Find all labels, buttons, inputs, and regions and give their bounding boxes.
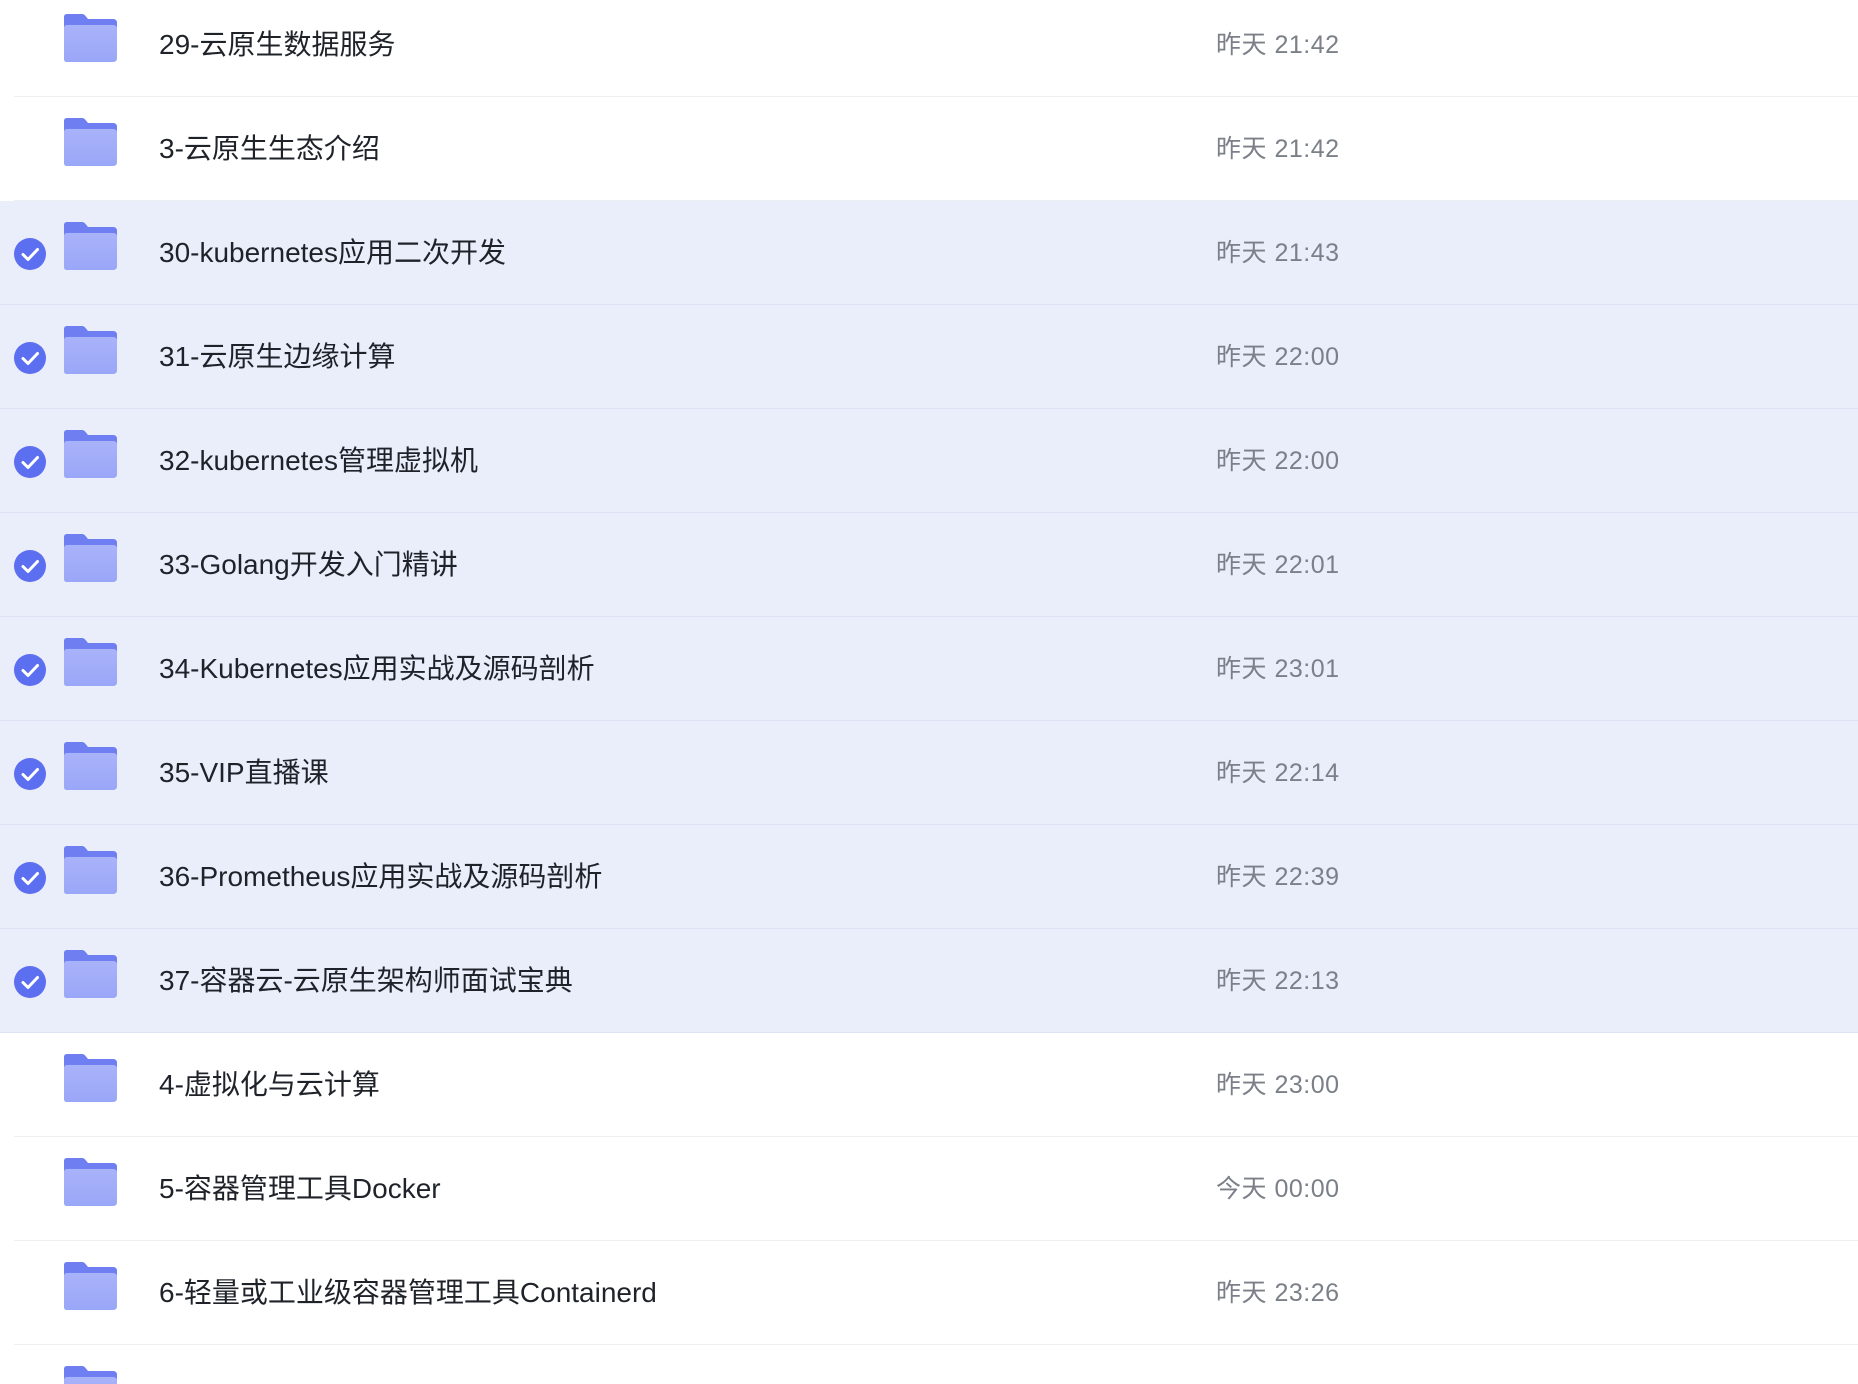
check-circle-icon[interactable]: [13, 757, 47, 791]
file-row[interactable]: [0, 1345, 1858, 1384]
modified-time: 昨天 22:00: [1216, 447, 1340, 475]
file-row[interactable]: 33-Golang开发入门精讲 昨天 22:01: [0, 513, 1858, 617]
file-name[interactable]: 33-Golang开发入门精讲: [159, 513, 458, 617]
folder-icon: [61, 1157, 119, 1207]
modified-time: 昨天 22:13: [1216, 967, 1340, 995]
file-row[interactable]: 37-容器云-云原生架构师面试宝典 昨天 22:13: [0, 929, 1858, 1033]
file-name[interactable]: 29-云原生数据服务: [159, 0, 395, 97]
modified-time: 昨天 22:14: [1216, 759, 1340, 787]
modified-time: 昨天 22:00: [1216, 343, 1340, 371]
folder-icon: [61, 533, 119, 583]
folder-icon: [61, 429, 119, 479]
file-row[interactable]: 30-kubernetes应用二次开发 昨天 21:43: [0, 201, 1858, 305]
check-circle-icon[interactable]: [13, 237, 47, 271]
check-circle-icon[interactable]: [13, 549, 47, 583]
file-row[interactable]: 5-容器管理工具Docker 今天 00:00: [0, 1137, 1858, 1241]
modified-time: 昨天 21:42: [1216, 31, 1340, 59]
file-row[interactable]: 6-轻量或工业级容器管理工具Containerd 昨天 23:26: [0, 1241, 1858, 1345]
modified-time: 昨天 21:42: [1216, 135, 1340, 163]
file-row[interactable]: 35-VIP直播课 昨天 22:14: [0, 721, 1858, 825]
folder-icon: [61, 221, 119, 271]
folder-icon: [61, 13, 119, 63]
folder-icon: [61, 1261, 119, 1311]
folder-icon: [61, 949, 119, 999]
folder-icon: [61, 741, 119, 791]
check-circle-icon[interactable]: [13, 965, 47, 999]
file-row[interactable]: 3-云原生生态介绍 昨天 21:42: [0, 97, 1858, 201]
folder-icon: [61, 637, 119, 687]
file-name[interactable]: 30-kubernetes应用二次开发: [159, 201, 506, 305]
file-name[interactable]: 3-云原生生态介绍: [159, 97, 380, 201]
modified-time: 昨天 22:01: [1216, 551, 1340, 579]
file-name[interactable]: 6-轻量或工业级容器管理工具Containerd: [159, 1241, 657, 1345]
file-row[interactable]: 34-Kubernetes应用实战及源码剖析 昨天 23:01: [0, 617, 1858, 721]
folder-icon: [61, 1365, 119, 1384]
file-row[interactable]: 29-云原生数据服务 昨天 21:42: [0, 0, 1858, 97]
file-name[interactable]: 34-Kubernetes应用实战及源码剖析: [159, 617, 595, 721]
folder-icon: [61, 117, 119, 167]
file-row[interactable]: 32-kubernetes管理虚拟机 昨天 22:00: [0, 409, 1858, 513]
folder-icon: [61, 845, 119, 895]
file-row[interactable]: 36-Prometheus应用实战及源码剖析 昨天 22:39: [0, 825, 1858, 929]
file-row[interactable]: 31-云原生边缘计算 昨天 22:00: [0, 305, 1858, 409]
check-circle-icon[interactable]: [13, 341, 47, 375]
check-circle-icon[interactable]: [13, 861, 47, 895]
modified-time: 昨天 23:26: [1216, 1279, 1340, 1307]
folder-icon: [61, 325, 119, 375]
check-circle-icon[interactable]: [13, 445, 47, 479]
modified-time: 昨天 23:00: [1216, 1071, 1340, 1099]
file-name[interactable]: 36-Prometheus应用实战及源码剖析: [159, 825, 602, 929]
modified-time: 昨天 21:43: [1216, 239, 1340, 267]
file-name[interactable]: 37-容器云-云原生架构师面试宝典: [159, 929, 573, 1033]
file-name[interactable]: 32-kubernetes管理虚拟机: [159, 409, 478, 513]
check-circle-icon[interactable]: [13, 653, 47, 687]
file-name[interactable]: 4-虚拟化与云计算: [159, 1033, 380, 1137]
modified-time: 昨天 22:39: [1216, 863, 1340, 891]
file-name[interactable]: 35-VIP直播课: [159, 721, 329, 825]
file-name[interactable]: 31-云原生边缘计算: [159, 305, 395, 409]
folder-icon: [61, 1053, 119, 1103]
file-list: 29-云原生数据服务 昨天 21:42 3-云原生生态介绍 昨天 21:42 30-ku…: [0, 0, 1858, 1384]
modified-time: 今天 00:00: [1216, 1175, 1340, 1203]
modified-time: 昨天 23:01: [1216, 655, 1340, 683]
file-name[interactable]: 5-容器管理工具Docker: [159, 1137, 441, 1241]
file-row[interactable]: 4-虚拟化与云计算 昨天 23:00: [0, 1033, 1858, 1137]
